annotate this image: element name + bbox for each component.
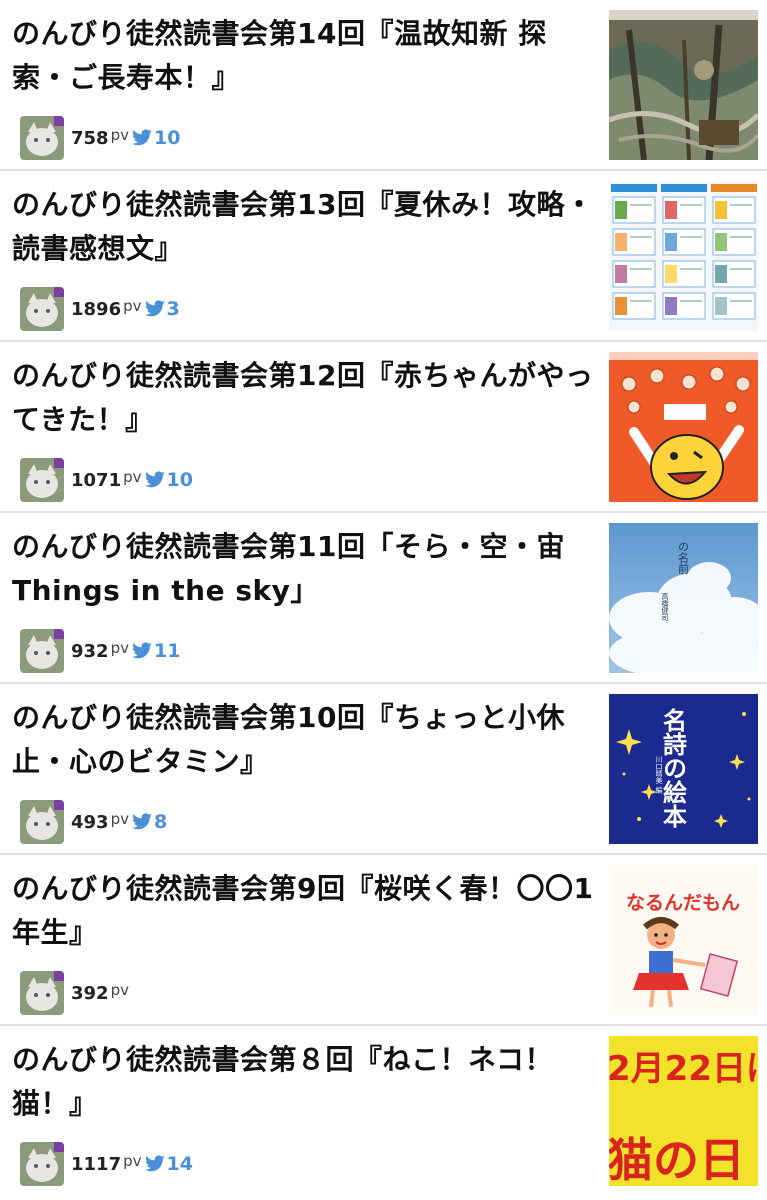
article-title[interactable]: のんびり徒然読書会第9回『桜咲く春！〇〇1年生』 xyxy=(12,867,597,955)
pv-count: 758 xyxy=(71,127,109,149)
list-item[interactable]: のんびり徒然読書会第12回『赤ちゃんがやってきた！』 1071 pv 10 xyxy=(0,342,767,513)
pv-unit: pv xyxy=(110,126,129,144)
twitter-bird-icon xyxy=(131,642,152,659)
article-meta: 493 pv 8 xyxy=(20,800,167,844)
twitter-bird-icon xyxy=(131,813,152,830)
article-meta: 758 pv 10 xyxy=(20,116,180,160)
pv-count: 1117 xyxy=(71,1153,122,1175)
pv-count: 392 xyxy=(71,982,109,1004)
cat-avatar-icon xyxy=(20,800,64,844)
twitter-bird-icon xyxy=(131,129,152,146)
cat-avatar-icon xyxy=(20,971,64,1015)
article-list: のんびり徒然読書会第14回『温故知新 探索・ご長寿本！』 758 pv 10 の… xyxy=(0,0,767,1200)
forest-book-cover[interactable] xyxy=(609,10,758,160)
tweet-count: 10 xyxy=(166,469,193,491)
cat-avatar-icon xyxy=(20,287,64,331)
article-title[interactable]: のんびり徒然読書会第13回『夏休み！攻略・読書感想文』 xyxy=(12,183,597,271)
poem-picture-book-cover[interactable]: 名詩の絵本 川口晴美 編 xyxy=(609,694,758,844)
article-title[interactable]: のんびり徒然読書会第11回「そら・空・宙 Things in the sky」 xyxy=(12,525,597,613)
article-title[interactable]: のんびり徒然読書会第14回『温故知新 探索・ご長寿本！』 xyxy=(12,12,597,100)
sky-clouds-cover[interactable]: の名前 高橋健司 xyxy=(609,523,758,673)
pv-unit: pv xyxy=(110,639,129,657)
cat-day-line1-text: 2月22日は xyxy=(609,1049,758,1089)
pv-count: 1896 xyxy=(71,298,122,320)
list-item[interactable]: のんびり徒然読書会第14回『温故知新 探索・ご長寿本！』 758 pv 10 xyxy=(0,0,767,171)
twitter-bird-icon xyxy=(144,300,165,317)
list-item[interactable]: のんびり徒然読書会第８回『ねこ！ネコ！猫！』 1117pv 14 2月22日は … xyxy=(0,1026,767,1197)
pv-count: 493 xyxy=(71,811,109,833)
baby-book-cover[interactable] xyxy=(609,352,758,502)
cat-avatar-icon xyxy=(20,116,64,160)
pv-unit: pv xyxy=(123,297,142,315)
list-item[interactable]: のんびり徒然読書会第9回『桜咲く春！〇〇1年生』 392 pv なるんだもん xyxy=(0,855,767,1026)
cat-avatar-icon xyxy=(20,629,64,673)
article-title[interactable]: のんびり徒然読書会第８回『ねこ！ネコ！猫！』 xyxy=(12,1038,597,1126)
list-item[interactable]: のんびり徒然読書会第10回『ちょっと小休止・心のビタミン』 493 pv 8 名詩… xyxy=(0,684,767,855)
pv-count: 932 xyxy=(71,640,109,662)
sky-title-text: の名前 xyxy=(677,541,690,575)
article-meta: 1071 pv 10 xyxy=(20,458,193,502)
article-meta: 1117 pv 14 xyxy=(20,1142,193,1186)
tweet-count: 3 xyxy=(166,298,180,320)
pv-unit: pv xyxy=(110,810,129,828)
article-meta: 932 pv 11 xyxy=(20,629,180,673)
book-catalog-page[interactable] xyxy=(609,181,758,331)
poem-editor-text: 川口晴美 編 xyxy=(655,756,663,794)
article-meta: 1896 pv 3 xyxy=(20,287,180,331)
twitter-bird-icon xyxy=(144,471,165,488)
pv-unit: pv xyxy=(123,468,142,486)
first-grader-book-cover[interactable]: なるんだもん xyxy=(609,865,758,1015)
pv-count: 1071 xyxy=(71,469,122,491)
cat-avatar-icon xyxy=(20,458,64,502)
pv-unit: pv xyxy=(110,981,129,999)
cat-avatar-icon xyxy=(20,1142,64,1186)
list-item[interactable]: のんびり徒然読書会第13回『夏休み！攻略・読書感想文』 1896 pv 3 xyxy=(0,171,767,342)
article-title[interactable]: のんびり徒然読書会第12回『赤ちゃんがやってきた！』 xyxy=(12,354,597,442)
article-meta: 392 pv xyxy=(20,971,129,1015)
first-grader-title-text: なるんだもん xyxy=(626,892,740,914)
article-title[interactable]: のんびり徒然読書会第10回『ちょっと小休止・心のビタミン』 xyxy=(12,696,597,784)
cat-day-line2-text: 猫の日 xyxy=(609,1133,745,1186)
list-item[interactable]: のんびり徒然読書会第11回「そら・空・宙 Things in the sky」 … xyxy=(0,513,767,684)
tweet-count: 10 xyxy=(153,127,181,149)
tweet-count: 11 xyxy=(153,640,181,662)
tweet-count: 8 xyxy=(153,811,168,833)
cat-day-sign[interactable]: 2月22日は 猫の日 xyxy=(609,1036,758,1186)
twitter-bird-icon xyxy=(144,1155,165,1172)
pv-unit: pv xyxy=(123,1152,142,1170)
sky-author-text: 高橋健司 xyxy=(661,592,669,621)
tweet-count: 14 xyxy=(166,1153,193,1175)
